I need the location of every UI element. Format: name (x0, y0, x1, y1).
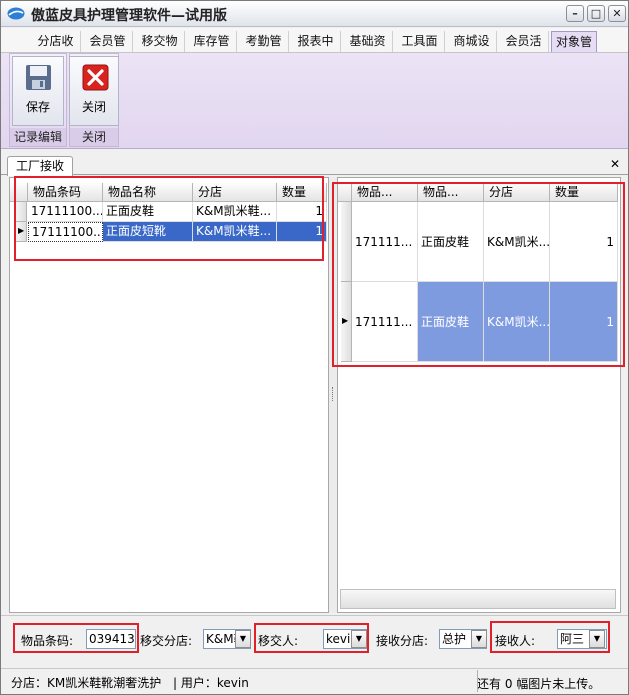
tab-store-receive[interactable]: 分店收 (31, 31, 81, 52)
minimize-button[interactable]: – (566, 5, 584, 22)
group-label-close: 关闭 (70, 128, 118, 146)
close-label: 关闭 (81, 100, 106, 114)
save-disk-icon (26, 65, 51, 90)
close-document-icon[interactable]: ✕ (608, 158, 622, 172)
receive-store-label: 接收分店: (376, 634, 429, 648)
app-window: 傲蓝皮具护理管理软件—试用版 – □ ✕ 分店收 会员管 移交物 库存管 考勤管… (0, 0, 629, 695)
status-user: | 用户：kevin (173, 676, 249, 690)
window-title: 傲蓝皮具护理管理软件—试用版 (31, 8, 227, 24)
group-label-record: 记录编辑 (10, 128, 66, 146)
maximize-icon: □ (590, 7, 602, 20)
tab-basic-data[interactable]: 基础资 (343, 31, 393, 52)
minimize-icon: – (572, 7, 578, 20)
save-label: 保存 (25, 100, 50, 114)
bottom-form: 物品条码: 0394132 移交分店: K&M鞋 ▼ 移交人: kevin ▼ … (1, 615, 628, 663)
ribbon-group-close: 关闭 关闭 (69, 53, 119, 147)
tab-transfer-items[interactable]: 移交物 (135, 31, 185, 52)
chevron-down-icon[interactable]: ▼ (471, 630, 487, 648)
highlight-box-transferrer (254, 623, 369, 653)
highlight-box-receiver (490, 621, 610, 653)
save-button[interactable]: 保存 (12, 56, 64, 126)
ribbon-group-record: 保存 记录编辑 (9, 53, 67, 147)
close-icon: ✕ (612, 7, 622, 20)
highlight-box-right-grid (332, 182, 625, 367)
tab-object-manage[interactable]: 对象管 (551, 31, 597, 52)
tab-member-activity[interactable]: 会员活 (499, 31, 549, 52)
tab-mall-settings[interactable]: 商城设 (447, 31, 497, 52)
title-bar: 傲蓝皮具护理管理软件—试用版 – □ ✕ (1, 1, 628, 27)
status-bar: 分店：KM凯米鞋靴潮奢洗护 | 用户：kevin 还有 0 幅图片未上传。 (1, 668, 628, 694)
maximize-button[interactable]: □ (587, 5, 605, 22)
chevron-down-icon[interactable]: ▼ (235, 630, 251, 648)
document-tabstrip: 工厂接收 ✕ (1, 154, 628, 176)
tab-reports[interactable]: 报表中 (291, 31, 341, 52)
close-window-button[interactable]: ✕ (608, 5, 626, 22)
ribbon: 保存 记录编辑 关闭 关闭 (1, 53, 628, 149)
tab-attendance[interactable]: 考勤管 (239, 31, 289, 52)
tab-inventory[interactable]: 库存管 (187, 31, 237, 52)
tab-tools[interactable]: 工具面 (395, 31, 445, 52)
right-horizontal-scrollbar[interactable] (340, 589, 616, 609)
app-logo-icon (7, 7, 25, 20)
close-red-x-icon (82, 64, 109, 91)
tab-factory-receive[interactable]: 工厂接收 (7, 156, 73, 176)
highlight-box-barcode (13, 623, 139, 653)
highlight-box-left-grid (14, 176, 324, 261)
main-tabbar: 分店收 会员管 移交物 库存管 考勤管 报表中 基础资 工具面 商城设 会员活 … (1, 28, 628, 53)
status-store: 分店：KM凯米鞋靴潮奢洗护 (11, 676, 162, 690)
tab-member-manage[interactable]: 会员管 (83, 31, 133, 52)
close-button[interactable]: 关闭 (69, 56, 119, 126)
transfer-store-label: 移交分店: (140, 634, 193, 648)
receive-store-value: 总护 (442, 632, 467, 646)
status-divider (477, 670, 478, 692)
status-upload: 还有 0 幅图片未上传。 (477, 677, 601, 691)
splitter-grip-icon (332, 387, 334, 401)
